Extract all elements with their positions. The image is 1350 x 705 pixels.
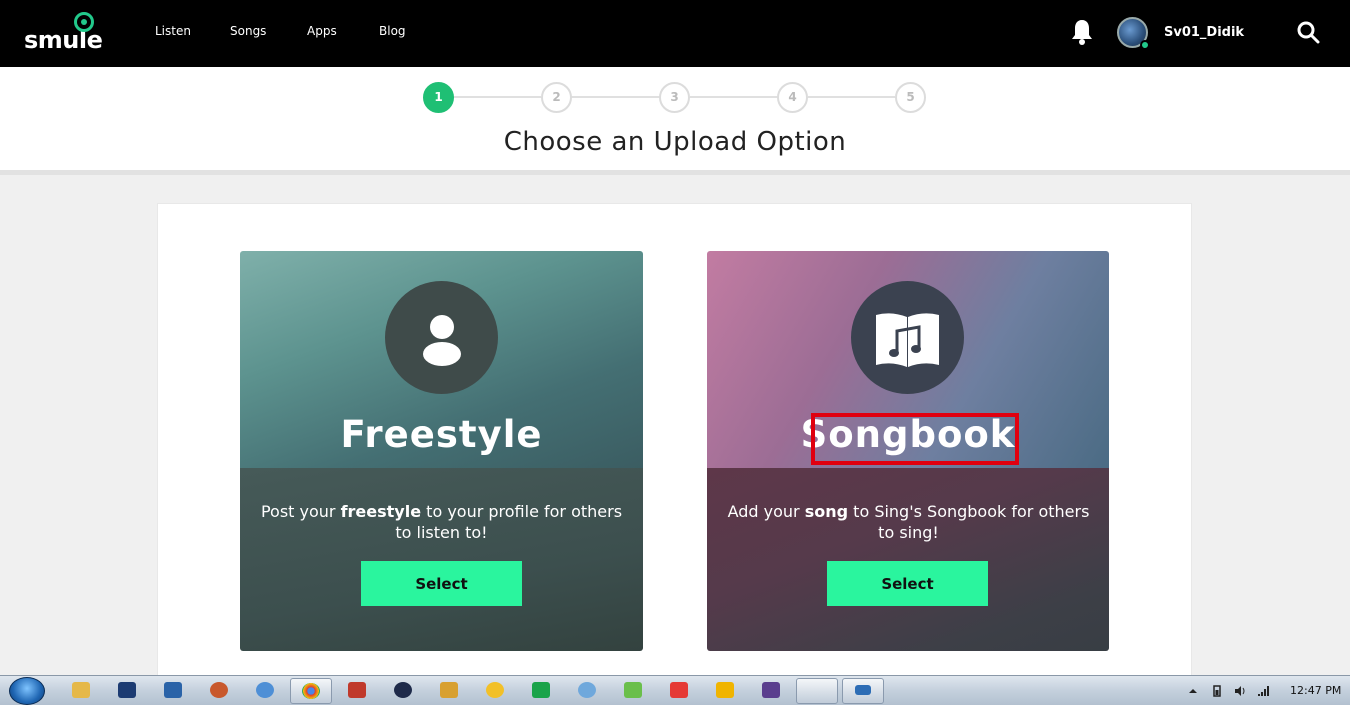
songbook-card[interactable]: Songbook Add your song to Sing's Songboo…	[707, 251, 1109, 651]
freestyle-description: Post your freestyle to your profile for …	[260, 501, 623, 543]
songbook-select-button[interactable]: Select	[827, 561, 988, 606]
freestyle-card[interactable]: Freestyle Post your freestyle to your pr…	[240, 251, 643, 651]
search-icon[interactable]	[1296, 20, 1320, 44]
step-connector	[571, 96, 660, 98]
app-icon[interactable]	[348, 682, 366, 698]
app-icon[interactable]	[716, 682, 734, 698]
nav-link-apps[interactable]: Apps	[307, 24, 337, 38]
keyboard-icon	[855, 685, 871, 695]
taskbar-clock[interactable]: 12:47 PM	[1290, 684, 1341, 697]
step-connector	[690, 96, 778, 98]
desc-text: Post your	[260, 502, 341, 521]
app-icon[interactable]	[532, 682, 550, 698]
freestyle-title: Freestyle	[340, 413, 543, 456]
step-connector	[808, 96, 895, 98]
app-icon[interactable]	[762, 682, 780, 698]
step-3: 3	[659, 82, 690, 113]
chrome-icon	[302, 683, 320, 699]
step-2: 2	[541, 82, 572, 113]
explorer-icon[interactable]	[72, 682, 90, 698]
top-navbar: smule Listen Songs Apps Blog Sv01_Didik	[0, 0, 1350, 67]
freestyle-select-button[interactable]: Select	[361, 561, 522, 606]
person-icon	[385, 281, 498, 394]
app-icon[interactable]	[486, 682, 504, 698]
window-taskbar-button[interactable]	[796, 678, 838, 704]
photoshop-icon[interactable]	[164, 682, 182, 698]
songbook-description: Add your song to Sing's Songbook for oth…	[727, 501, 1090, 543]
selection-highlight	[811, 413, 1019, 465]
start-button[interactable]	[9, 677, 45, 705]
upload-stepper: 1 2 3 4 5 Choose an Upload Option	[0, 67, 1350, 175]
card-bottom	[707, 468, 1109, 651]
username[interactable]: Sv01_Didik	[1164, 25, 1244, 40]
step-4: 4	[777, 82, 808, 113]
notification-bell-icon[interactable]	[1070, 18, 1094, 46]
logo-text: smule	[24, 26, 103, 54]
photoshop-icon[interactable]	[118, 682, 136, 698]
desc-text: to Sing's Songbook for others to sing!	[848, 502, 1090, 542]
page-title: Choose an Upload Option	[503, 127, 847, 157]
app-icon[interactable]	[440, 682, 458, 698]
app-icon[interactable]	[624, 682, 642, 698]
card-bottom	[240, 468, 643, 651]
app-icon[interactable]	[394, 682, 412, 698]
app-icon[interactable]	[256, 682, 274, 698]
desc-bold-text: song	[804, 502, 849, 521]
smule-logo[interactable]: smule	[22, 12, 108, 54]
nav-link-blog[interactable]: Blog	[379, 24, 406, 38]
logo-mic-icon	[74, 12, 94, 32]
songbook-icon	[851, 281, 964, 394]
step-5: 5	[895, 82, 926, 113]
step-connector	[453, 96, 541, 98]
volume-icon[interactable]	[1234, 685, 1246, 697]
desc-bold-text: freestyle	[340, 502, 422, 521]
online-status-dot	[1140, 40, 1150, 50]
app-icon[interactable]	[670, 682, 688, 698]
network-signal-icon[interactable]	[1257, 685, 1269, 697]
nav-link-listen[interactable]: Listen	[155, 24, 191, 38]
app-icon[interactable]	[578, 682, 596, 698]
show-hidden-icons-icon[interactable]	[1187, 685, 1199, 697]
battery-icon[interactable]	[1211, 685, 1223, 697]
desc-text: to your profile for others to listen to!	[395, 502, 623, 542]
nav-link-songs[interactable]: Songs	[230, 24, 266, 38]
step-1: 1	[423, 82, 454, 113]
desc-text: Add your	[727, 502, 805, 521]
app-icon[interactable]	[210, 682, 228, 698]
